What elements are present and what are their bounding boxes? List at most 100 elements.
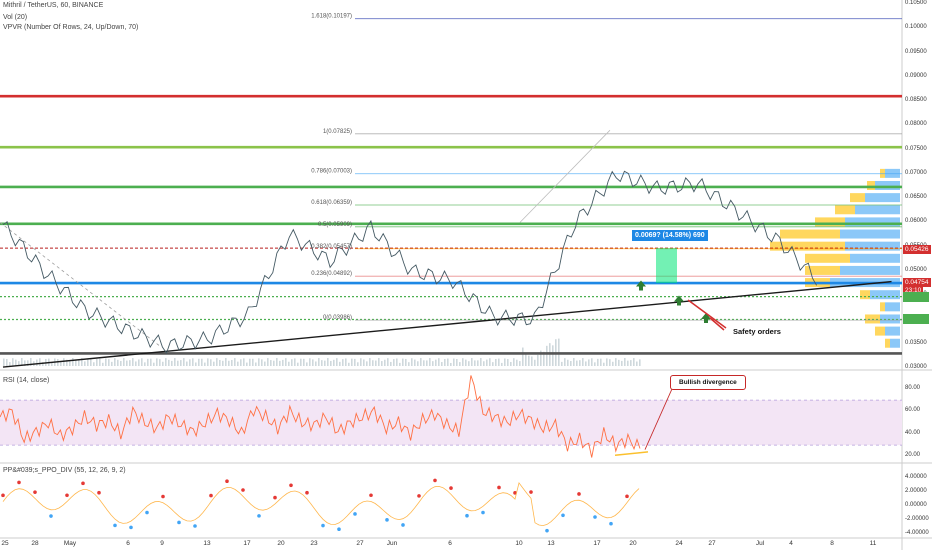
ppo-divergence-dot bbox=[545, 528, 549, 533]
volume-bar bbox=[87, 359, 89, 366]
volume-bar bbox=[93, 362, 95, 366]
volume-bar bbox=[444, 359, 446, 366]
volume-profile-down bbox=[860, 290, 870, 300]
volume-bar bbox=[159, 359, 161, 366]
volume-bar bbox=[120, 360, 122, 366]
volume-bar bbox=[72, 358, 74, 366]
volume-bar bbox=[288, 361, 290, 366]
volume-bar bbox=[195, 362, 197, 366]
volume-bar bbox=[177, 360, 179, 366]
volume-bar bbox=[240, 359, 242, 366]
volume-bar bbox=[327, 358, 329, 366]
volume-bar bbox=[615, 358, 617, 366]
volume-bar bbox=[408, 362, 410, 366]
price-axis-tick: 0.06500 bbox=[905, 194, 927, 201]
volume-bar bbox=[399, 362, 401, 366]
price-axis-tick: 0.06000 bbox=[905, 218, 927, 225]
volume-bar bbox=[6, 359, 8, 366]
volume-bar bbox=[144, 362, 146, 366]
fib-level-label: 0.5(0.05909) bbox=[318, 222, 352, 228]
volume-bar bbox=[513, 358, 515, 366]
volume-bar bbox=[348, 362, 350, 366]
volume-bar bbox=[330, 360, 332, 366]
price-axis-tick: 0.03000 bbox=[905, 364, 927, 370]
volume-bar bbox=[69, 361, 71, 366]
time-axis-tick: 20 bbox=[277, 540, 285, 547]
volume-bar bbox=[96, 358, 98, 366]
ppo-divergence-dot bbox=[161, 494, 165, 499]
ppo-divergence-dot bbox=[145, 510, 149, 515]
volume-bar bbox=[639, 359, 641, 366]
volume-bar bbox=[588, 359, 590, 366]
volume-bar bbox=[510, 361, 512, 366]
time-axis-tick: 9 bbox=[160, 540, 164, 547]
ppo-divergence-dot bbox=[465, 513, 469, 518]
ppo-divergence-dot bbox=[81, 481, 85, 486]
volume-bar bbox=[225, 358, 227, 366]
volume-profile-down bbox=[835, 205, 855, 215]
volume-bar bbox=[294, 358, 296, 366]
volume-bar bbox=[234, 358, 236, 366]
volume-profile-up bbox=[875, 181, 900, 190]
volume-bar bbox=[51, 362, 53, 366]
volume-bar bbox=[231, 359, 233, 366]
buy-arrow-icon bbox=[674, 295, 684, 306]
price-axis-tick: 0.08500 bbox=[905, 97, 927, 104]
volume-bar bbox=[168, 359, 170, 366]
volume-bar bbox=[210, 359, 212, 366]
ppo-divergence-dot bbox=[113, 523, 117, 528]
volume-bar bbox=[363, 359, 365, 366]
time-axis-tick: 11 bbox=[869, 540, 877, 547]
volume-bar bbox=[603, 362, 605, 366]
volume-bar bbox=[423, 360, 425, 366]
volume-profile-down bbox=[885, 338, 890, 348]
volume-bar bbox=[201, 358, 203, 366]
volume-bar bbox=[489, 358, 491, 366]
volume-bar bbox=[462, 358, 464, 366]
volume-profile-down bbox=[805, 253, 850, 263]
volume-bar bbox=[219, 359, 221, 366]
volume-profile-up bbox=[840, 265, 900, 275]
volume-bar bbox=[321, 360, 323, 366]
time-axis-tick: 13 bbox=[203, 540, 211, 547]
ppo-divergence-dot bbox=[49, 514, 53, 518]
volume-bar bbox=[312, 359, 314, 366]
volume-profile-up bbox=[885, 302, 900, 312]
volume-bar bbox=[585, 361, 587, 366]
volume-bar bbox=[528, 355, 530, 366]
ppo-axis-tick: -4.00000 bbox=[905, 529, 929, 536]
time-axis-tick: 28 bbox=[31, 540, 39, 547]
volume-bar bbox=[459, 362, 461, 366]
fib-level-label: 0.382(0.05457) bbox=[311, 244, 352, 250]
volume-bar bbox=[456, 359, 458, 366]
ppo-divergence-dot bbox=[593, 515, 597, 519]
volume-bar bbox=[270, 360, 272, 366]
fib-level-label: 1(0.07825) bbox=[323, 129, 352, 135]
volume-bar bbox=[522, 347, 524, 366]
rsi-axis-tick: 60.00 bbox=[905, 407, 921, 414]
volume-label: Vol (20) bbox=[3, 14, 28, 21]
volume-bar bbox=[375, 360, 377, 366]
volume-profile-down bbox=[780, 229, 840, 239]
volume-bar bbox=[381, 361, 383, 366]
time-axis-tick: 4 bbox=[789, 540, 793, 547]
price-tag: 0.05426 bbox=[903, 245, 931, 255]
volume-bar bbox=[252, 358, 254, 366]
volume-bar bbox=[78, 360, 80, 366]
volume-bar bbox=[3, 358, 5, 366]
volume-bar bbox=[318, 358, 320, 366]
chart-canvas[interactable]: 1.618(0.10197) 1(0.07825) 0.786(0.07003) 0.… bbox=[0, 0, 932, 550]
volume-bar bbox=[249, 358, 251, 366]
volume-bar bbox=[261, 359, 263, 366]
time-axis-tick: May bbox=[63, 540, 77, 547]
volume-bar bbox=[75, 360, 77, 366]
volume-bar bbox=[345, 358, 347, 366]
volume-bar bbox=[411, 358, 413, 366]
ppo-series-line bbox=[2, 481, 640, 527]
volume-bar bbox=[315, 361, 317, 366]
fib-level-label: 0.618(0.06359) bbox=[311, 200, 352, 206]
time-axis-tick: 23 bbox=[310, 540, 318, 547]
volume-bar bbox=[333, 359, 335, 366]
volume-bar bbox=[468, 361, 470, 366]
fib-level-label: 1.618(0.10197) bbox=[311, 14, 352, 20]
